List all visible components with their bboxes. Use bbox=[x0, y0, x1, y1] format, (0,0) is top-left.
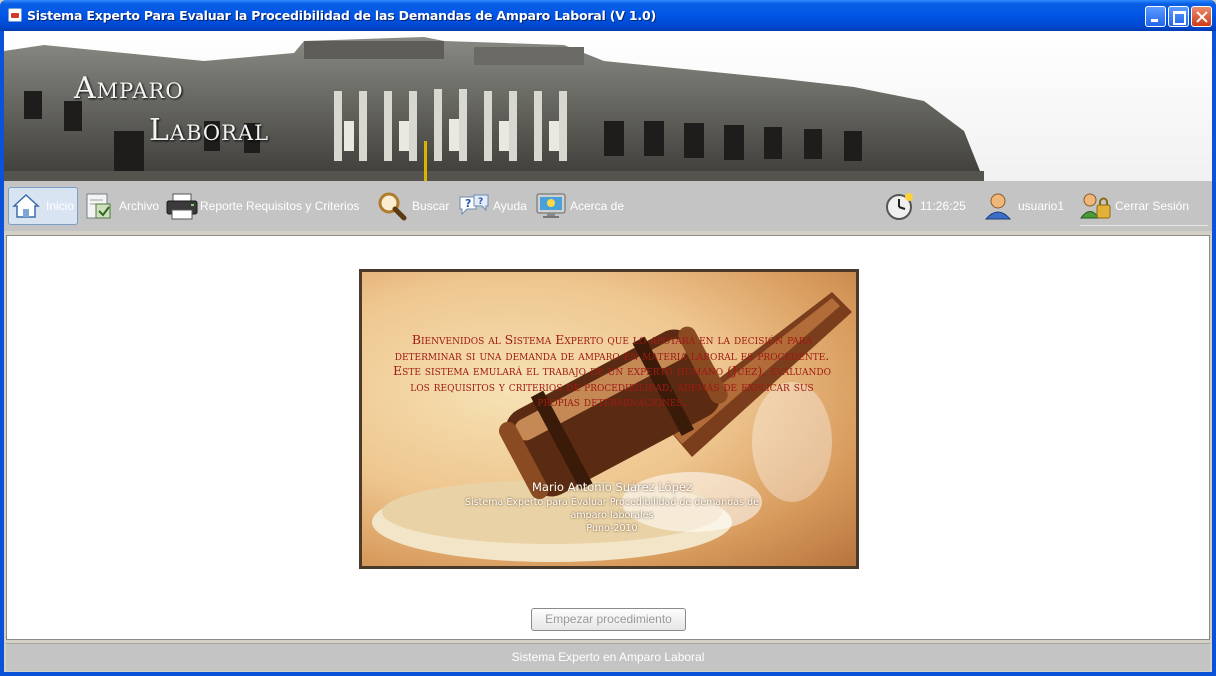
banner-title-line2: Laboral bbox=[149, 113, 270, 148]
toolbar-inicio-label: Inicio bbox=[46, 199, 75, 213]
welcome-splash-image: Bienvenidos al Sistema Experto que lo ap… bbox=[359, 269, 859, 569]
archive-icon bbox=[84, 191, 116, 221]
home-icon bbox=[11, 191, 43, 221]
minimize-button[interactable] bbox=[1145, 6, 1166, 27]
welcome-text: Bienvenidos al Sistema Experto que lo ap… bbox=[393, 332, 831, 409]
main-frame: Amparo Laboral Inicio Archivo Reporte Re… bbox=[4, 31, 1212, 676]
printer-icon bbox=[165, 191, 198, 221]
maximize-button[interactable] bbox=[1168, 6, 1189, 27]
current-user-label: usuario1 bbox=[1018, 199, 1065, 213]
clock-display: 11:26:25 bbox=[885, 187, 966, 225]
courthouse-image bbox=[4, 31, 1212, 181]
logout-icon bbox=[1080, 191, 1112, 221]
toolbar-acerca-label: Acerca de bbox=[570, 199, 625, 213]
toolbar-buscar-button[interactable]: Buscar bbox=[377, 187, 449, 225]
svg-text:?: ? bbox=[465, 197, 471, 210]
toolbar-archivo-button[interactable]: Archivo bbox=[84, 187, 159, 225]
main-toolbar: Inicio Archivo Reporte Requisitos y Crit… bbox=[4, 181, 1212, 231]
toolbar-reporte-button[interactable]: Reporte Requisitos y Criterios bbox=[165, 187, 359, 225]
toolbar-ayuda-button[interactable]: ?? Ayuda bbox=[458, 187, 527, 225]
application-window: Sistema Experto Para Evaluar la Procedib… bbox=[0, 0, 1216, 676]
svg-text:?: ? bbox=[478, 197, 483, 207]
start-procedure-button[interactable]: Empezar procedimiento bbox=[531, 608, 686, 631]
window-title: Sistema Experto Para Evaluar la Procedib… bbox=[27, 8, 656, 23]
current-user: usuario1 bbox=[983, 187, 1064, 225]
city-year: Puno-2010 bbox=[586, 523, 638, 534]
close-button[interactable] bbox=[1191, 6, 1212, 27]
subtitle-line1: Sistema Experto para Evaluar Procedibili… bbox=[465, 497, 759, 508]
toolbar-archivo-label: Archivo bbox=[119, 199, 160, 213]
clock-time: 11:26:25 bbox=[920, 199, 966, 213]
status-bar: Sistema Experto en Amparo Laboral bbox=[6, 643, 1210, 671]
header-banner: Amparo Laboral bbox=[4, 31, 1212, 181]
magnifier-icon bbox=[377, 191, 409, 221]
java-app-icon[interactable] bbox=[8, 8, 22, 22]
toolbar-reporte-label: Reporte Requisitos y Criterios bbox=[200, 199, 360, 213]
monitor-icon bbox=[535, 191, 567, 221]
author-name: Mario Antonio Suárez López bbox=[532, 480, 692, 494]
toolbar-inicio-button[interactable]: Inicio bbox=[8, 187, 79, 225]
subtitle-line2: amparo laborales bbox=[570, 510, 654, 521]
window-bottom-border bbox=[0, 672, 1216, 676]
welcome-panel: Bienvenidos al Sistema Experto que lo ap… bbox=[6, 235, 1210, 640]
banner-title-line1: Amparo bbox=[74, 71, 184, 106]
splash-subtitle: Sistema Experto para Evaluar Procedibili… bbox=[452, 496, 772, 535]
title-bar[interactable]: Sistema Experto Para Evaluar la Procedib… bbox=[0, 0, 1216, 31]
help-icon: ?? bbox=[458, 191, 490, 221]
user-icon bbox=[983, 191, 1015, 221]
toolbar-buscar-label: Buscar bbox=[412, 199, 450, 213]
toolbar-acerca-button[interactable]: Acerca de bbox=[535, 187, 624, 225]
toolbar-ayuda-label: Ayuda bbox=[493, 199, 527, 213]
logout-button[interactable]: Cerrar Sesión bbox=[1080, 187, 1189, 225]
clock-icon bbox=[885, 191, 917, 221]
logout-label: Cerrar Sesión bbox=[1115, 199, 1190, 213]
logout-underline bbox=[1080, 225, 1208, 226]
